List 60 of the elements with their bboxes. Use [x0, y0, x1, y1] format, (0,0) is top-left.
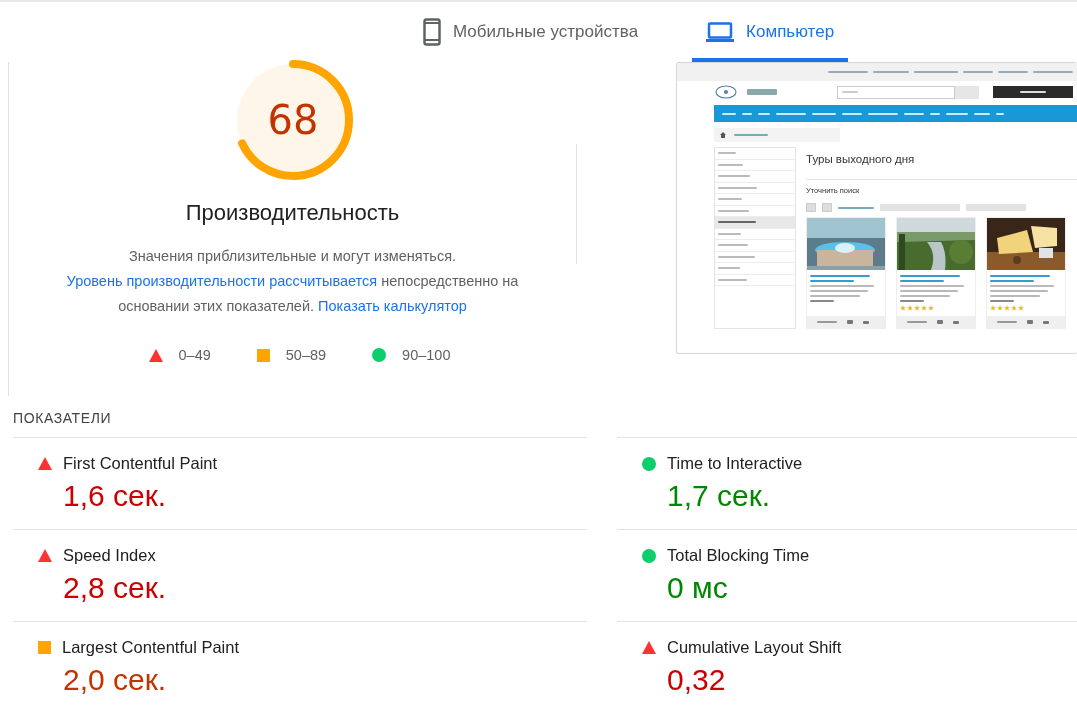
metric-value: 0,32 — [667, 663, 727, 697]
cart-button[interactable] — [993, 86, 1073, 98]
metric-value: 1,7 сек. — [667, 479, 772, 513]
blurred-text — [842, 112, 862, 115]
list-view-button[interactable] — [806, 203, 816, 212]
metric-label: Largest Contentful Paint — [62, 638, 240, 657]
blurred-text — [904, 112, 924, 115]
metric-label: Cumulative Layout Shift — [667, 638, 842, 657]
tour-card[interactable] — [896, 217, 976, 329]
phone-icon — [422, 18, 441, 46]
metric-value: 2,0 сек. — [63, 663, 168, 697]
logo-icon — [715, 85, 737, 99]
blurred-text — [758, 112, 770, 115]
legend-label: 90–100 — [402, 347, 451, 363]
blurred-text — [776, 112, 806, 115]
section-title: ПОКАЗАТЕЛИ — [13, 410, 113, 428]
category-title: Производительность — [185, 200, 400, 226]
description-link[interactable]: Показать калькулятор — [318, 298, 467, 314]
metric-label: Speed Index — [63, 546, 156, 565]
blurred-text — [868, 112, 898, 115]
metric-label: First Contentful Paint — [63, 454, 218, 473]
laptop-icon — [706, 22, 735, 42]
metric-label: Time to Interactive — [667, 454, 803, 473]
score-value: 68 — [267, 97, 318, 143]
sort-select[interactable] — [880, 204, 960, 211]
metric-value: 0 мс — [667, 571, 729, 605]
metric-label: Total Blocking Time — [667, 546, 810, 565]
blurred-text — [946, 112, 968, 115]
blurred-text — [838, 206, 874, 209]
circle-icon — [642, 456, 656, 471]
tour-card[interactable] — [986, 217, 1066, 329]
circle-icon — [372, 348, 387, 362]
triangle-icon — [148, 348, 163, 362]
home-icon — [720, 132, 726, 138]
search-button[interactable] — [955, 85, 979, 99]
legend-label: 0–49 — [178, 347, 211, 363]
metric-value: 1,6 сек. — [63, 479, 168, 513]
blurred-text — [742, 112, 752, 115]
blurred-text — [974, 112, 990, 115]
square-icon — [256, 348, 270, 362]
blurred-text — [722, 112, 736, 115]
legend-label: 50–89 — [285, 347, 327, 363]
blurred-text — [747, 89, 777, 95]
triangle-icon — [38, 549, 52, 562]
sidebar-item[interactable] — [715, 217, 795, 229]
circle-icon — [642, 548, 656, 563]
blurred-text — [996, 112, 1004, 115]
triangle-icon — [38, 457, 52, 470]
description-link[interactable]: Уровень производительности рассчитывается — [66, 273, 378, 289]
blurred-text — [812, 112, 836, 115]
count-select[interactable] — [966, 204, 1026, 211]
square-icon — [38, 641, 51, 654]
page-heading: Туры выходного дня — [806, 153, 916, 167]
blurred-text — [930, 112, 940, 115]
score-description: Значения приблизительные и могут изменяться. Уровень производительности рассчитывается непосредственно на основании этих показателей. Показать калькулятор — [65, 247, 520, 316]
metric-value: 2,8 сек. — [63, 571, 168, 605]
triangle-icon — [642, 641, 656, 654]
grid-view-button[interactable] — [822, 203, 832, 212]
device-tab[interactable]: Мобильные устройства — [408, 2, 653, 62]
search-field[interactable] — [837, 85, 955, 99]
